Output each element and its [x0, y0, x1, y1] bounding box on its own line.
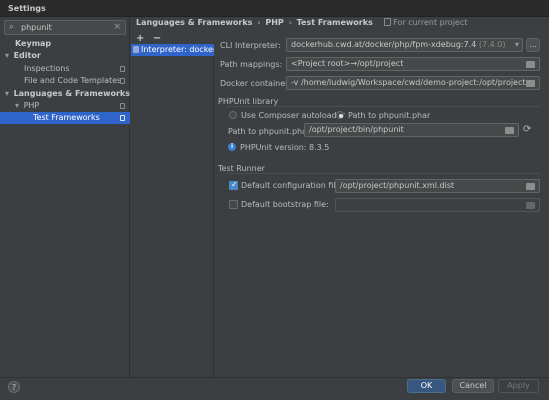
docker-container-label: Docker container: [220, 79, 292, 88]
composer-autoloader-label[interactable]: Use Composer autoloader [241, 111, 345, 120]
breadcrumb-separator: › [257, 18, 261, 27]
sidebar-item-label: Keymap [15, 39, 52, 48]
path-mappings-field[interactable]: <Project root>→/opt/project [286, 57, 540, 71]
list-toolbar: + − [136, 33, 161, 44]
search-icon: ⌕ [9, 22, 15, 32]
cli-interpreter-label: CLI Interpreter: [220, 41, 281, 50]
info-icon: i [228, 143, 236, 151]
interpreter-label: Interpreter: docker [141, 45, 214, 54]
section-divider [226, 106, 540, 107]
default-config-label[interactable]: Default configuration file: [241, 181, 343, 190]
sidebar-item-test-frameworks[interactable]: Test Frameworks [0, 112, 130, 124]
chevron-down-icon: ▾ [514, 40, 519, 49]
refresh-icon[interactable]: ⟳ [523, 124, 531, 135]
clear-search-icon[interactable]: × [113, 22, 121, 32]
interpreter-list-item[interactable]: Interpreter: docker [131, 44, 214, 56]
folder-icon[interactable] [526, 202, 535, 209]
chevron-down-icon[interactable]: ▾ [5, 89, 9, 98]
php-icon [133, 46, 139, 53]
docker-container-value: -v /home/ludwig/Workspace/cwd/demo-proje… [291, 78, 526, 87]
project-scope-icon [120, 103, 125, 109]
window-title: Settings [8, 4, 46, 13]
project-scope-icon [120, 66, 125, 72]
settings-sidebar: ⌕ phpunit × Keymap ▾ Editor Inspections … [0, 17, 130, 377]
sidebar-item-label: File and Code Templates [24, 76, 122, 85]
remove-icon[interactable]: − [153, 33, 161, 44]
phpunit-version-text: PHPUnit version: 8.3.5 [240, 143, 330, 152]
path-mappings-value: <Project root>→/opt/project [291, 59, 404, 68]
sidebar-item-label: PHP [23, 101, 40, 110]
sidebar-item-languages[interactable]: ▾ Languages & Frameworks [0, 88, 130, 100]
apply-button[interactable]: Apply [498, 379, 539, 393]
sidebar-item-label: Editor [13, 51, 41, 60]
sidebar-item-label: Inspections [24, 64, 70, 73]
for-current-project-note: For current project [383, 18, 468, 27]
help-button[interactable]: ? [8, 381, 20, 393]
interpreter-list-panel [130, 43, 214, 377]
breadcrumb-separator: › [288, 18, 292, 27]
folder-icon[interactable] [526, 80, 535, 87]
phpunit-phar-label[interactable]: Path to phpunit.phar [348, 111, 430, 120]
folder-icon[interactable] [526, 183, 535, 190]
default-config-field[interactable]: /opt/project/phpunit.xml.dist [335, 179, 540, 193]
project-scope-icon [383, 18, 391, 26]
folder-icon[interactable] [505, 127, 514, 134]
sidebar-item-keymap[interactable]: Keymap [0, 38, 130, 50]
test-runner-section: Test Runner [218, 164, 265, 173]
folder-icon[interactable] [526, 61, 535, 68]
sidebar-item-label: Test Frameworks [33, 113, 100, 122]
chevron-down-icon[interactable]: ▾ [15, 101, 19, 110]
default-config-value: /opt/project/phpunit.xml.dist [340, 181, 455, 190]
docker-container-field[interactable]: -v /home/ludwig/Workspace/cwd/demo-proje… [286, 76, 540, 90]
cli-interpreter-value: dockerhub.cwd.at/docker/php/fpm-xdebug:7… [291, 40, 477, 49]
sidebar-item-php[interactable]: ▾ PHP [0, 100, 130, 112]
phpunit-phar-radio[interactable] [336, 111, 344, 119]
window-titlebar: Settings [0, 0, 549, 17]
breadcrumb-item: Languages & Frameworks [136, 18, 253, 27]
composer-autoloader-radio[interactable] [229, 111, 237, 119]
breadcrumb-item: Test Frameworks [296, 18, 373, 27]
path-mappings-label: Path mappings: [220, 60, 283, 69]
add-icon[interactable]: + [136, 33, 144, 44]
cli-interpreter-version: (7.4.0) [478, 40, 506, 49]
phar-path-label: Path to phpunit.phar: [228, 127, 313, 136]
search-input[interactable]: ⌕ phpunit × [4, 20, 126, 35]
phar-path-value: /opt/project/bin/phpunit [309, 125, 404, 134]
cli-interpreter-more-button[interactable]: ... [526, 38, 540, 52]
project-scope-icon [120, 115, 125, 121]
project-scope-icon [120, 78, 125, 84]
default-config-checkbox[interactable] [229, 180, 238, 190]
default-bootstrap-checkbox[interactable] [229, 200, 238, 209]
section-divider [226, 173, 540, 174]
breadcrumb: Languages & Frameworks › PHP › Test Fram… [136, 18, 467, 27]
default-bootstrap-label[interactable]: Default bootstrap file: [241, 200, 329, 209]
for-current-project-label: For current project [393, 18, 468, 27]
phar-path-field[interactable]: /opt/project/bin/phpunit [304, 123, 519, 137]
sidebar-item-editor[interactable]: ▾ Editor [0, 50, 130, 62]
sidebar-item-inspections[interactable]: Inspections [0, 63, 130, 75]
ok-button[interactable]: OK [407, 379, 446, 393]
search-value: phpunit [21, 23, 52, 32]
sidebar-item-file-templates[interactable]: File and Code Templates [0, 75, 130, 87]
cancel-button[interactable]: Cancel [452, 379, 494, 393]
default-bootstrap-field[interactable] [335, 198, 540, 212]
phpunit-library-section: PHPUnit library [218, 97, 279, 106]
breadcrumb-item: PHP [265, 18, 284, 27]
dialog-footer: ? OK Cancel Apply [0, 377, 549, 400]
sidebar-item-label: Languages & Frameworks [13, 89, 131, 98]
cli-interpreter-select[interactable]: dockerhub.cwd.at/docker/php/fpm-xdebug:7… [286, 38, 523, 52]
chevron-down-icon[interactable]: ▾ [5, 51, 9, 60]
